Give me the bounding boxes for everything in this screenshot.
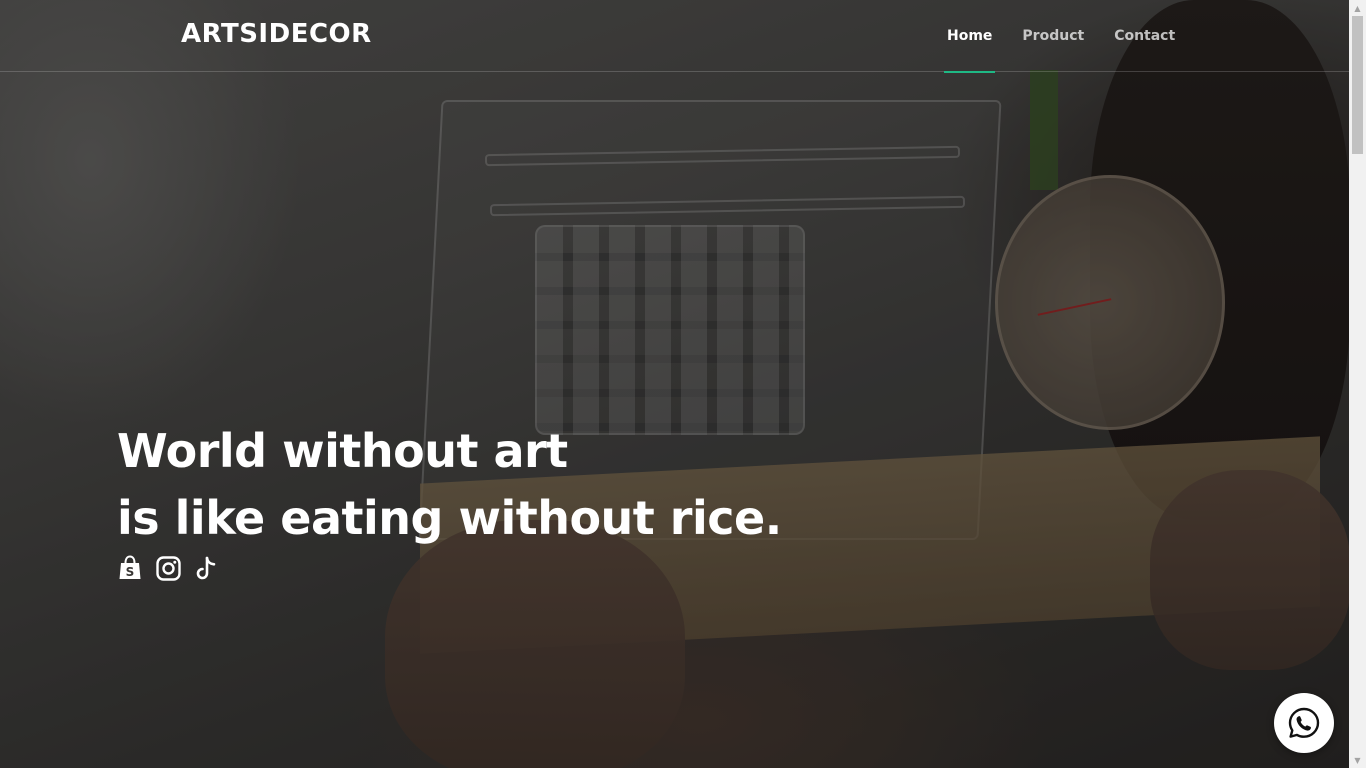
brand-logo[interactable]: ARTSIDECOR	[181, 19, 372, 49]
svg-text:S: S	[126, 565, 135, 579]
social-links: S	[117, 554, 782, 582]
hero-headline-line-1: World without art	[117, 424, 568, 478]
whatsapp-icon	[1288, 707, 1320, 738]
scroll-up-arrow-icon[interactable]: ▲	[1349, 0, 1366, 16]
nav-product-link[interactable]: Product	[1015, 0, 1091, 72]
hero-section: World without art is like eating without…	[117, 418, 782, 582]
nav-contact-link[interactable]: Contact	[1107, 0, 1182, 72]
top-navbar: ARTSIDECOR Home Product Contact	[0, 0, 1349, 73]
tiktok-icon[interactable]	[193, 554, 219, 582]
hero-dark-overlay	[0, 0, 1349, 768]
scrollbar-thumb[interactable]	[1352, 16, 1363, 154]
main-nav: Home Product Contact	[940, 0, 1198, 73]
scroll-down-arrow-icon[interactable]: ▼	[1349, 752, 1366, 768]
shopee-bag-icon[interactable]: S	[117, 554, 143, 582]
instagram-icon[interactable]	[155, 554, 181, 582]
whatsapp-chat-button[interactable]	[1274, 693, 1334, 753]
nav-home-link[interactable]: Home	[940, 0, 999, 73]
page-scrollbar[interactable]: ▲ ▼	[1349, 0, 1366, 768]
hero-headline-line-2: is like eating without rice.	[117, 491, 782, 545]
